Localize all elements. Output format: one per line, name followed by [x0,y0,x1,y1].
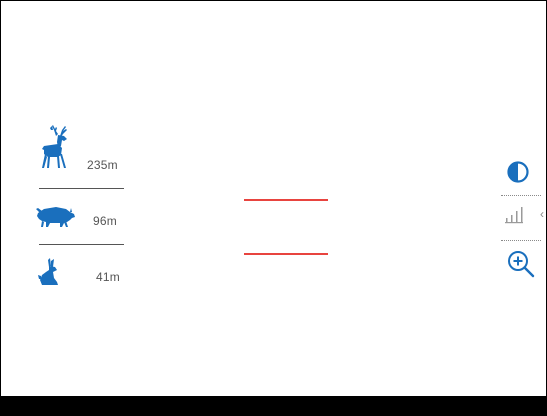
stadia-divider [39,244,124,245]
zoom-in-icon[interactable] [506,249,536,279]
distance-hare: 41m [96,270,120,284]
contrast-icon[interactable] [507,161,529,183]
menu-separator [501,240,541,241]
reticle-line-bottom [244,253,328,255]
boar-icon [36,207,75,227]
stadia-divider [39,188,124,189]
signal-bars-icon[interactable] [505,206,531,226]
distance-deer: 235m [87,158,118,172]
deer-icon [42,125,67,168]
bottom-status-bar [0,396,547,416]
hare-icon [38,258,58,285]
menu-separator [501,195,541,196]
arrow-left-icon: ‹ [540,207,544,221]
reticle-line-top [244,199,328,201]
distance-boar: 96m [93,214,117,228]
